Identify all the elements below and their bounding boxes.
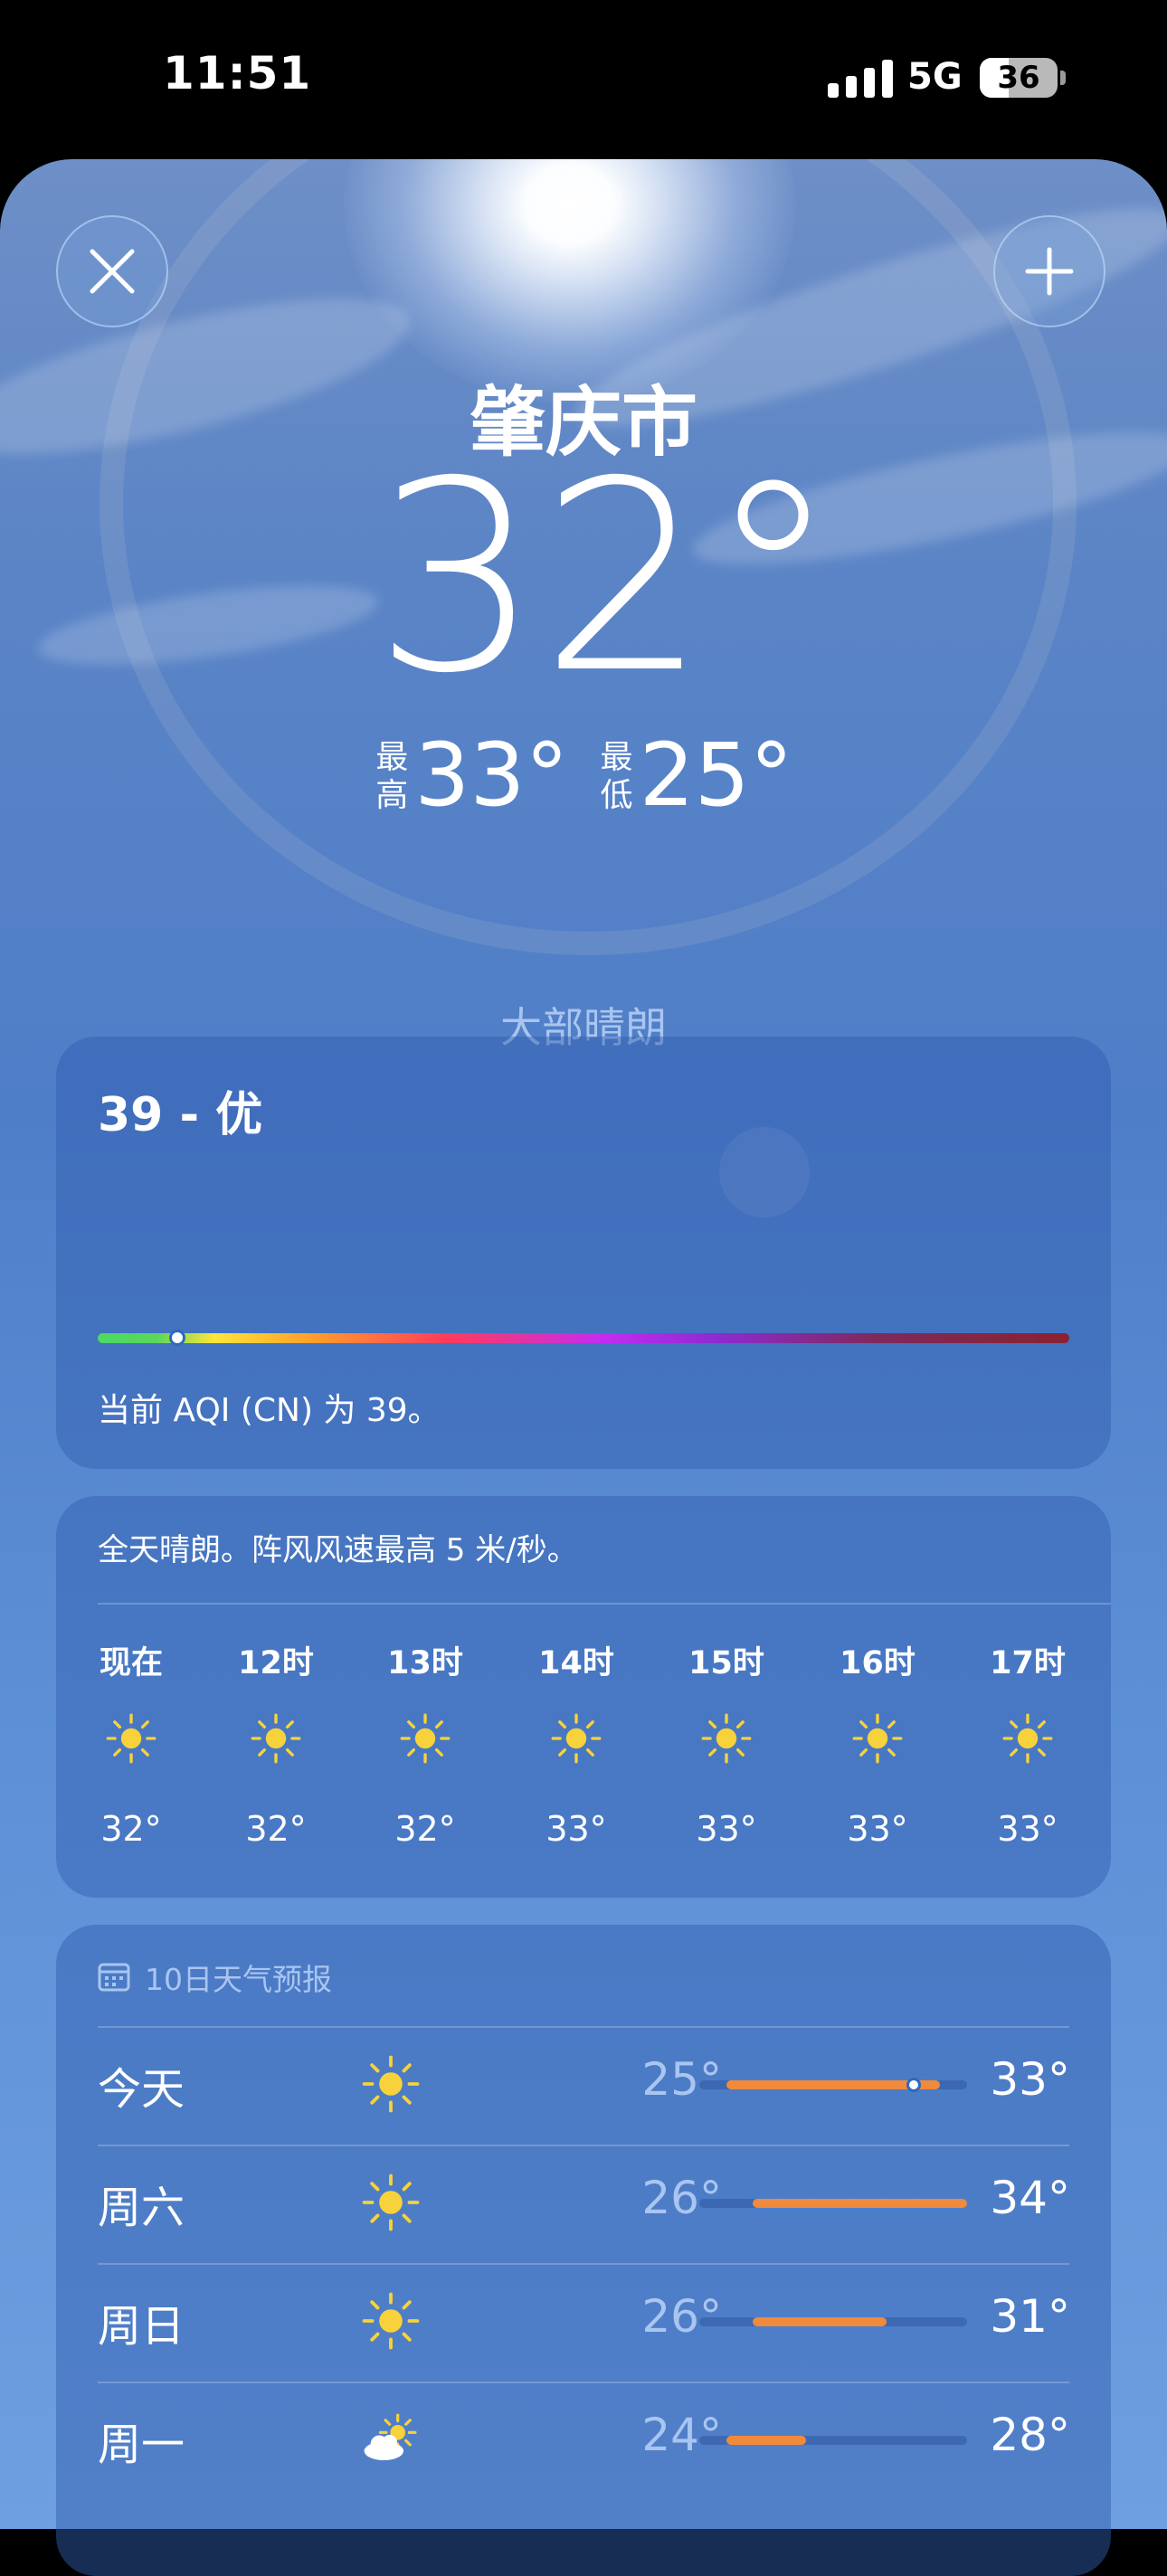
forecast-row[interactable]: 周一 24° 28° bbox=[98, 2382, 1070, 2499]
plus-icon bbox=[1025, 247, 1074, 296]
sun-icon bbox=[251, 1713, 301, 1764]
status-bar: 11:51 5G 36 bbox=[0, 0, 1167, 159]
temperature-range-bar bbox=[699, 2078, 967, 2092]
sun-icon bbox=[362, 2174, 420, 2231]
close-button[interactable] bbox=[56, 215, 168, 327]
aqi-scale-bar bbox=[98, 1333, 1069, 1343]
day-name: 周一 bbox=[98, 2420, 185, 2470]
hour-temperature: 32° bbox=[100, 1809, 162, 1849]
calendar-icon bbox=[98, 1963, 130, 1992]
hour-temperature: 33° bbox=[696, 1809, 757, 1849]
day-high: 28° bbox=[990, 2409, 1070, 2461]
battery-tip bbox=[1060, 71, 1066, 85]
current-temperature: 32° bbox=[373, 426, 839, 731]
aqi-description: 当前 AQI (CN) 为 39。 bbox=[98, 1392, 441, 1429]
temperature-range-bar bbox=[699, 2436, 967, 2445]
signal-strength-icon bbox=[828, 60, 893, 98]
day-name: 周日 bbox=[98, 2301, 185, 2352]
low-temperature: 25° bbox=[639, 724, 793, 826]
divider bbox=[98, 1603, 1111, 1605]
forecast-row[interactable]: 周六 26° 34° bbox=[98, 2145, 1070, 2262]
hourly-summary: 全天晴朗。阵风风速最高 5 米/秒。 bbox=[98, 1532, 578, 1568]
close-icon bbox=[90, 249, 135, 294]
sun-icon bbox=[701, 1713, 752, 1764]
sun-icon bbox=[106, 1713, 157, 1764]
temperature-range-bar bbox=[699, 2317, 967, 2326]
hour-label: 14时 bbox=[538, 1645, 614, 1681]
hour-label: 15时 bbox=[688, 1645, 764, 1681]
sun-icon bbox=[852, 1713, 903, 1764]
sun-icon bbox=[362, 2292, 420, 2350]
battery-icon: 36 bbox=[980, 58, 1058, 98]
high-low-temperatures: 最高 33° 最低 25° bbox=[0, 728, 1167, 828]
hour-temperature: 32° bbox=[394, 1809, 456, 1849]
add-button[interactable] bbox=[993, 215, 1105, 327]
status-time: 11:51 bbox=[163, 47, 312, 99]
low-label: 最低 bbox=[600, 739, 633, 814]
day-low: 26° bbox=[641, 2172, 722, 2224]
forecast-row[interactable]: 今天 25° 33° bbox=[98, 2026, 1070, 2144]
temperature-range-bar bbox=[699, 2199, 967, 2208]
forecast-row[interactable]: 周日 26° 31° bbox=[98, 2263, 1070, 2381]
partly-cloudy-icon bbox=[362, 2410, 420, 2468]
hour-temperature: 33° bbox=[847, 1809, 908, 1849]
day-name: 今天 bbox=[98, 2064, 185, 2115]
temperature-range-fill bbox=[753, 2199, 967, 2208]
hour-temperature: 33° bbox=[997, 1809, 1058, 1849]
temperature-range-fill bbox=[753, 2317, 887, 2326]
day-high: 34° bbox=[990, 2172, 1070, 2224]
hour-label: 13时 bbox=[387, 1645, 463, 1681]
hour-label: 17时 bbox=[990, 1645, 1066, 1681]
ten-day-header: 10日天气预报 bbox=[145, 1962, 332, 1997]
battery-level: 36 bbox=[997, 60, 1040, 96]
sun-icon bbox=[362, 2055, 420, 2113]
network-type: 5G bbox=[907, 56, 963, 98]
hour-label: 现在 bbox=[99, 1645, 163, 1681]
sun-icon bbox=[551, 1713, 602, 1764]
day-high: 33° bbox=[990, 2053, 1070, 2106]
aqi-title: 39 - 优 bbox=[98, 1088, 263, 1142]
hour-label: 12时 bbox=[238, 1645, 314, 1681]
high-label: 最高 bbox=[375, 739, 409, 814]
day-name: 周六 bbox=[98, 2183, 185, 2233]
sun-icon bbox=[1002, 1713, 1053, 1764]
current-temp-marker bbox=[906, 2078, 921, 2092]
day-low: 25° bbox=[641, 2053, 722, 2106]
day-high: 31° bbox=[990, 2290, 1070, 2343]
aqi-indicator bbox=[169, 1330, 185, 1346]
high-temperature: 33° bbox=[414, 724, 569, 826]
hour-temperature: 32° bbox=[245, 1809, 307, 1849]
temperature-range-fill bbox=[726, 2436, 807, 2445]
hour-label: 16时 bbox=[840, 1645, 916, 1681]
sun-icon bbox=[400, 1713, 451, 1764]
hour-temperature: 33° bbox=[546, 1809, 607, 1849]
day-low: 26° bbox=[641, 2290, 722, 2343]
day-low: 24° bbox=[641, 2409, 722, 2461]
